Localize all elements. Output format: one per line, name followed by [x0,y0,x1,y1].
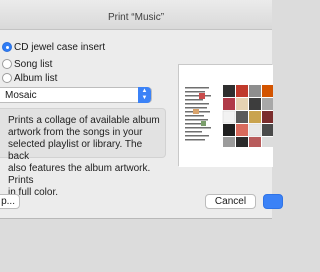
radio-button[interactable] [2,42,12,52]
updown-chevron-icon: ▲ ▼ [138,87,151,103]
radio-button[interactable] [2,59,12,69]
theme-value: Mosaic [5,90,37,101]
preview-thumbnail [179,65,273,167]
theme-description: Prints a collage of available album artw… [8,115,164,199]
description-line: artwork from the songs in your [8,127,143,138]
description-line: also features the album artwork. Prints [8,163,151,186]
radio-label: Album list [14,72,58,84]
window-title: Print “Music” [107,12,165,23]
default-action-button[interactable] [263,194,283,209]
radio-label: Song list [14,58,53,70]
radio-label: CD jewel case insert [14,41,106,53]
preview-mosaic [222,85,273,147]
description-line: Prints a collage of available album [8,115,160,126]
radio-song-list[interactable]: Song list [2,58,52,70]
radio-cd-jewel-case-insert[interactable]: CD jewel case insert [2,41,105,53]
theme-description-box: Prints a collage of available album artw… [0,108,166,198]
theme-popup[interactable]: Mosaic ▲ ▼ [0,87,152,103]
left-dialog-button[interactable]: p... [0,194,20,209]
print-dialog: Print “Music” CD jewel case insert Song … [0,0,283,219]
radio-button[interactable] [2,73,12,83]
radio-album-list[interactable]: Album list [2,72,57,84]
description-line: in full color. [8,187,59,198]
description-line: selected playlist or library. The back [8,139,143,162]
title-bar: Print “Music” [0,0,272,30]
cancel-button[interactable]: Cancel [205,194,256,209]
print-preview [178,64,273,167]
